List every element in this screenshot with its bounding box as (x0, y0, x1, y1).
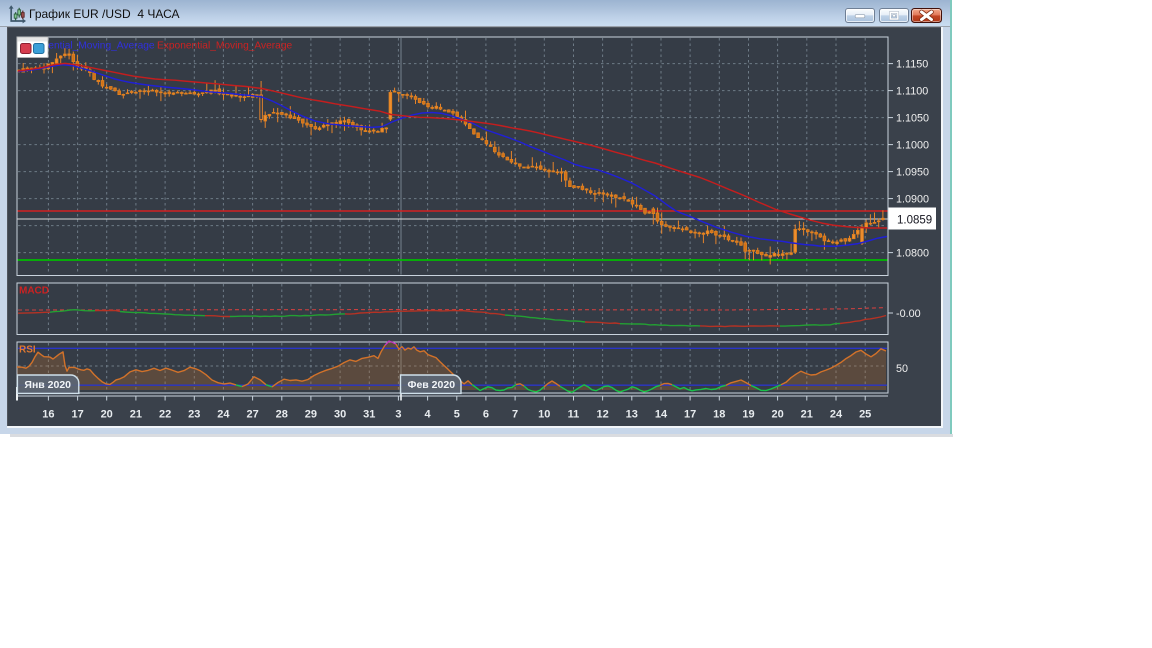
svg-text:19: 19 (742, 409, 754, 421)
svg-text:Фев 2020: Фев 2020 (408, 379, 456, 391)
svg-text:31: 31 (363, 409, 375, 421)
svg-text:1.1050: 1.1050 (896, 113, 929, 125)
svg-text:27: 27 (246, 409, 258, 421)
svg-text:23: 23 (188, 409, 200, 421)
svg-text:-0.00: -0.00 (896, 308, 921, 320)
svg-text:1.0900: 1.0900 (896, 194, 929, 206)
svg-text:7: 7 (512, 409, 518, 421)
svg-text:20: 20 (771, 409, 783, 421)
svg-text:24: 24 (830, 409, 843, 421)
svg-text:17: 17 (71, 409, 83, 421)
svg-text:18: 18 (713, 409, 725, 421)
svg-text:22: 22 (159, 409, 171, 421)
svg-text:16: 16 (42, 409, 54, 421)
svg-text:Янв 2020: Янв 2020 (24, 379, 71, 391)
svg-text:11: 11 (568, 409, 580, 421)
svg-text:RSI: RSI (19, 345, 36, 356)
svg-text:6: 6 (483, 409, 489, 421)
svg-text:21: 21 (130, 409, 142, 421)
svg-text:1.0950: 1.0950 (896, 167, 929, 179)
svg-text:20: 20 (101, 409, 113, 421)
svg-text:MACD: MACD (19, 286, 49, 297)
svg-text:1.0859: 1.0859 (897, 215, 932, 227)
svg-text:3: 3 (395, 409, 401, 421)
svg-text:12: 12 (596, 409, 608, 421)
svg-text:21: 21 (801, 409, 813, 421)
svg-text:4: 4 (425, 409, 432, 421)
svg-text:29: 29 (305, 409, 317, 421)
svg-text:10: 10 (538, 409, 550, 421)
svg-text:1.1000: 1.1000 (896, 140, 929, 152)
svg-text:5: 5 (454, 409, 460, 421)
svg-text:13: 13 (626, 409, 638, 421)
svg-text:30: 30 (334, 409, 346, 421)
svg-text:25: 25 (859, 409, 871, 421)
svg-text:14: 14 (655, 409, 668, 421)
svg-text:1.1150: 1.1150 (896, 59, 928, 71)
svg-text:28: 28 (276, 409, 288, 421)
svg-text:Exponential_Moving_Average: Exponential_Moving_Average (157, 41, 293, 52)
svg-text:50: 50 (896, 363, 908, 375)
svg-text:1.1100: 1.1100 (896, 86, 928, 98)
svg-text:24: 24 (217, 409, 230, 421)
svg-text:17: 17 (684, 409, 696, 421)
svg-text:1.0800: 1.0800 (896, 248, 929, 260)
